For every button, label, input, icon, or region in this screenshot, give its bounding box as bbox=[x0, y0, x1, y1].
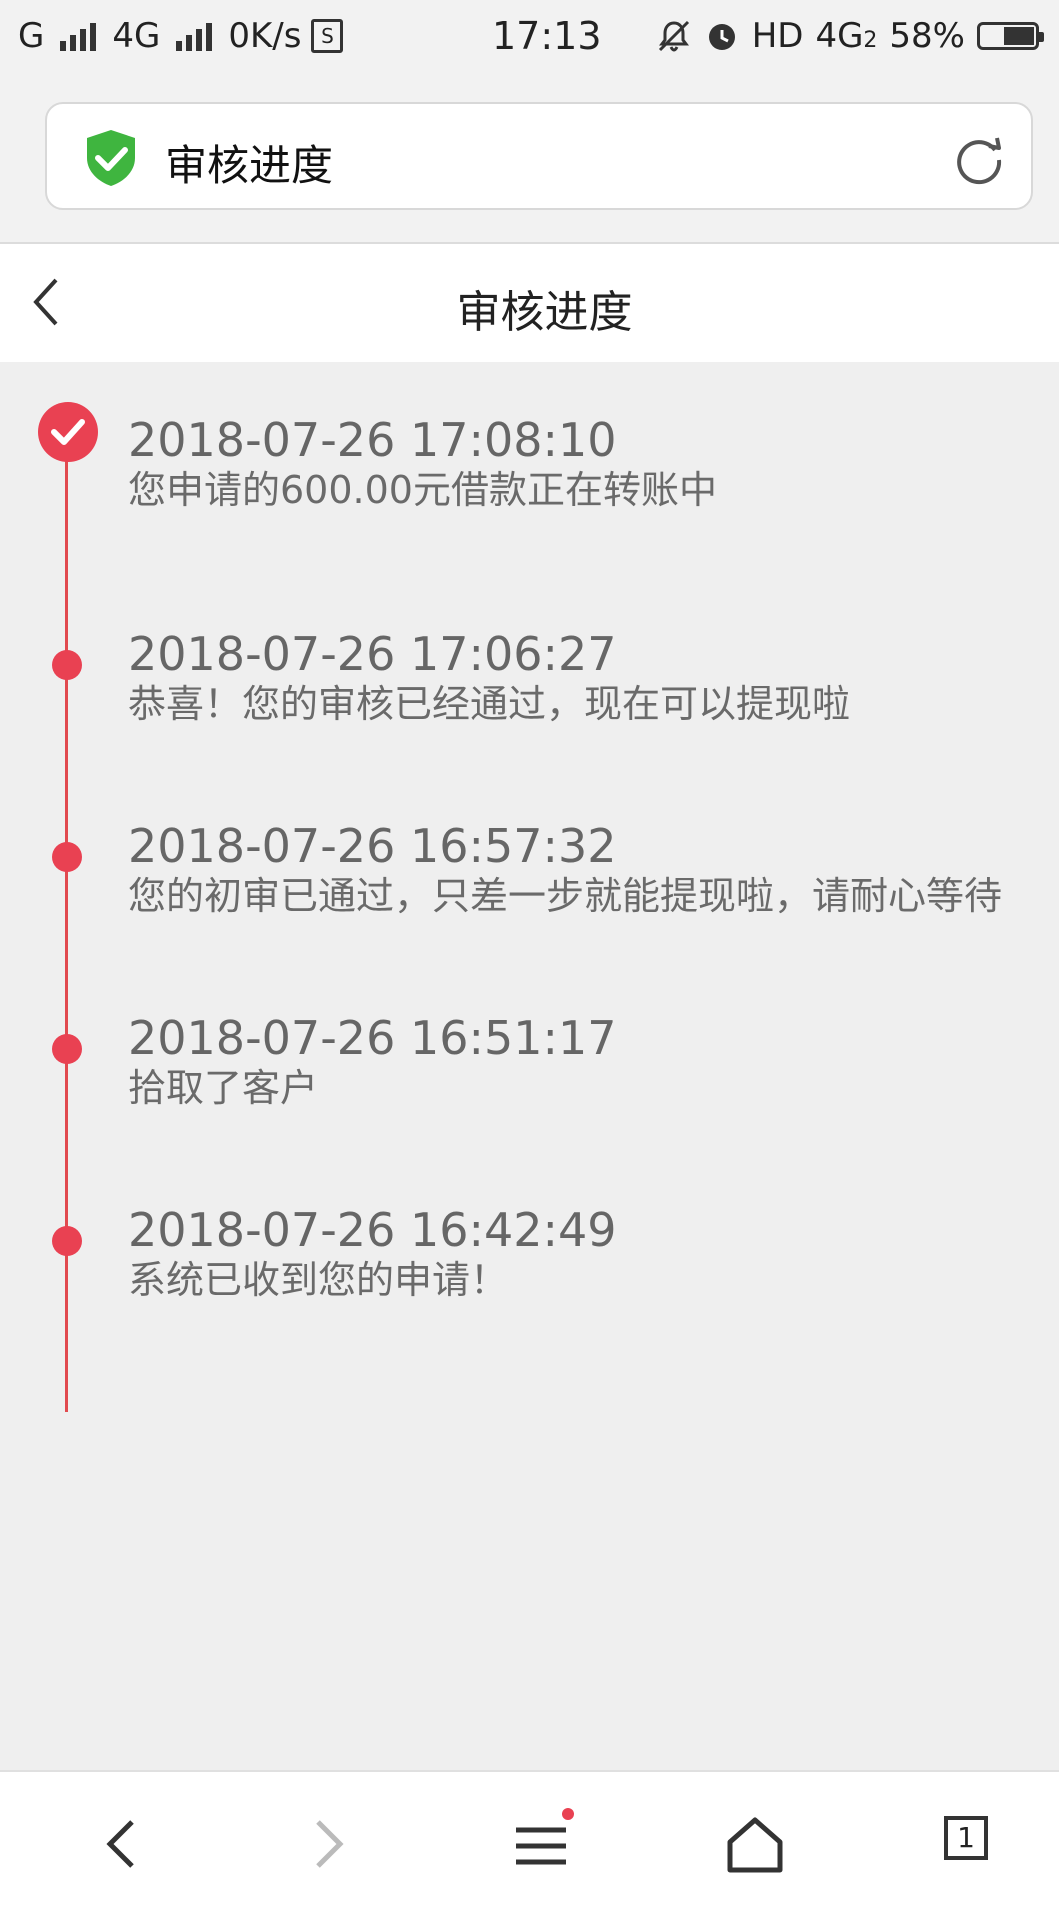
carrier-1: G bbox=[18, 16, 45, 56]
timeline-entry: 2018-07-26 17:06:27 恭喜！您的审核已经通过，现在可以提现啦 bbox=[128, 628, 1047, 728]
status-left: G 4G 0K/s S bbox=[18, 16, 344, 56]
entry-message: 系统已收到您的申请！ bbox=[128, 1258, 509, 1302]
entry-time: 2018-07-26 17:06:27 bbox=[128, 627, 617, 681]
menu-icon[interactable] bbox=[506, 1808, 576, 1878]
entry-time: 2018-07-26 17:08:10 bbox=[128, 413, 617, 467]
page-header: 审核进度 bbox=[0, 244, 1059, 362]
entry-message: 您申请的600.00元借款正在转账中 bbox=[128, 468, 717, 512]
page-title: 审核进度 bbox=[456, 287, 633, 338]
entry-time: 2018-07-26 16:51:17 bbox=[128, 1011, 617, 1065]
hd-label: HD bbox=[751, 16, 804, 56]
carrier-2: 4G bbox=[112, 16, 161, 56]
address-bar[interactable]: 审核进度 bbox=[45, 102, 1033, 210]
tab-count: 1 bbox=[944, 1816, 988, 1860]
entry-message: 恭喜！您的审核已经通过，现在可以提现啦 bbox=[128, 682, 851, 726]
timeline-entry: 2018-07-26 16:57:32 您的初审已通过，只差一步就能提现啦，请耐… bbox=[128, 820, 1047, 920]
entry-message: 您的初审已通过，只差一步就能提现啦，请耐心等待 bbox=[128, 874, 1003, 918]
signal-icon bbox=[60, 21, 97, 51]
progress-timeline: 2018-07-26 17:08:10 您申请的600.00元借款正在转账中 2… bbox=[0, 362, 1059, 1770]
timeline-dot bbox=[52, 1034, 82, 1064]
entry-message: 拾取了客户 bbox=[128, 1066, 319, 1110]
timeline-dot bbox=[52, 650, 82, 680]
battery-percent: 58% bbox=[889, 16, 965, 56]
timeline-entry: 2018-07-26 16:42:49 系统已收到您的申请！ bbox=[128, 1204, 1047, 1304]
entry-time: 2018-07-26 16:42:49 bbox=[128, 1203, 617, 1257]
check-circle-icon bbox=[38, 402, 98, 462]
forward-icon[interactable] bbox=[290, 1808, 360, 1878]
timeline-line bbox=[65, 432, 68, 1412]
s-icon: S bbox=[311, 19, 344, 53]
network-speed: 0K/s bbox=[228, 16, 302, 56]
network-type: 4G2 bbox=[815, 16, 877, 56]
status-time: 17:13 bbox=[492, 14, 602, 58]
refresh-icon[interactable] bbox=[951, 130, 1007, 186]
page-title-address: 审核进度 bbox=[165, 141, 334, 190]
home-icon[interactable] bbox=[720, 1808, 790, 1878]
entry-time: 2018-07-26 16:57:32 bbox=[128, 819, 617, 873]
shield-check-icon bbox=[87, 130, 135, 186]
network-type-label: 4G bbox=[815, 16, 864, 56]
timeline-entry: 2018-07-26 17:08:10 您申请的600.00元借款正在转账中 bbox=[128, 414, 1047, 514]
timeline-dot bbox=[52, 1226, 82, 1256]
timeline-entry: 2018-07-26 16:51:17 拾取了客户 bbox=[128, 1012, 1047, 1112]
battery-icon bbox=[977, 22, 1044, 50]
bottom-toolbar: 1 bbox=[0, 1770, 1059, 1908]
timeline-dot bbox=[52, 842, 82, 872]
back-icon[interactable] bbox=[90, 1808, 160, 1878]
network-type-sub: 2 bbox=[863, 28, 878, 53]
tabs-icon[interactable]: 1 bbox=[944, 1816, 1014, 1886]
alarm-icon bbox=[708, 24, 735, 50]
signal-icon bbox=[176, 21, 213, 51]
browser-toolbar: 审核进度 bbox=[0, 80, 1059, 244]
mute-bell-icon bbox=[658, 20, 689, 52]
status-bar: G 4G 0K/s S 17:13 HD 4G2 58% bbox=[0, 0, 1059, 80]
status-right: HD 4G2 58% bbox=[656, 16, 1044, 56]
